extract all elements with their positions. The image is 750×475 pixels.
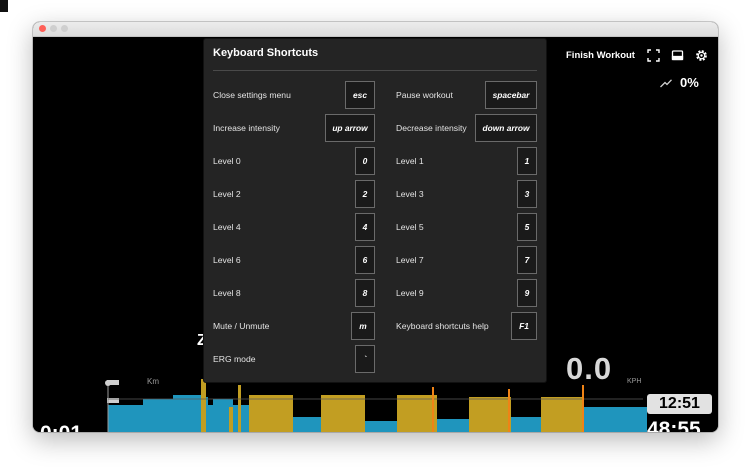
workout-chart [105, 379, 647, 432]
shortcut-row-erg-mode: ERG mode ` [213, 345, 375, 373]
key-8[interactable]: 8 [355, 279, 375, 307]
shortcut-row-level-1: Level 1 1 [396, 147, 537, 175]
key-backtick[interactable]: ` [355, 345, 375, 373]
key-4[interactable]: 4 [355, 213, 375, 241]
shortcut-label: Level 8 [213, 288, 241, 298]
key-esc[interactable]: esc [345, 81, 375, 109]
key-7[interactable]: 7 [517, 246, 537, 274]
key-f1[interactable]: F1 [511, 312, 537, 340]
maximize-window-button[interactable] [61, 25, 68, 32]
minimize-window-button[interactable] [50, 25, 57, 32]
shortcut-label: Close settings menu [213, 90, 291, 100]
workout-screen: Finish Workout 0% Z Km 0.0 KPH 12:51 48:… [33, 37, 718, 432]
divider [213, 70, 537, 71]
interval-bar [541, 397, 583, 432]
shortcut-row-level-4: Level 4 4 [213, 213, 375, 241]
key-2[interactable]: 2 [355, 180, 375, 208]
shortcut-label: Mute / Unmute [213, 321, 270, 331]
key-6[interactable]: 6 [355, 246, 375, 274]
shortcut-label: Level 9 [396, 288, 424, 298]
interval-remaining: 12:51 [647, 394, 712, 414]
key-down-arrow[interactable]: down arrow [475, 114, 537, 142]
shortcut-row-increase-intensity: Increase intensity up arrow [213, 114, 375, 142]
key-spacebar[interactable]: spacebar [485, 81, 537, 109]
shortcut-row-level-7: Level 7 7 [396, 246, 537, 274]
key-1[interactable]: 1 [517, 147, 537, 175]
shortcut-row-level-3: Level 3 3 [396, 180, 537, 208]
shortcut-row-level-0: Level 0 0 [213, 147, 375, 175]
shortcut-label: Level 0 [213, 156, 241, 166]
elapsed-time: 0:01 [40, 422, 82, 432]
shortcut-row-level-9: Level 9 9 [396, 279, 537, 307]
dialog-title: Keyboard Shortcuts [213, 47, 319, 59]
shortcut-row-level-2: Level 2 2 [213, 180, 375, 208]
shortcut-label: Decrease intensity [396, 123, 467, 133]
interval-bar [469, 397, 511, 432]
title-bar [33, 22, 718, 37]
shortcut-label: ERG mode [213, 354, 256, 364]
shortcut-row-mute: Mute / Unmute m [213, 312, 375, 340]
corner-mark [0, 0, 8, 12]
shortcut-row-level-8: Level 8 8 [213, 279, 375, 307]
shortcut-row-close-settings: Close settings menu esc [213, 81, 375, 109]
key-9[interactable]: 9 [517, 279, 537, 307]
close-window-button[interactable] [39, 25, 46, 32]
key-0[interactable]: 0 [355, 147, 375, 175]
interval-bar [321, 395, 365, 432]
shortcut-label: Level 3 [396, 189, 424, 199]
keyboard-shortcuts-dialog: Keyboard Shortcuts Close settings menu e… [204, 39, 546, 382]
shortcut-label: Increase intensity [213, 123, 280, 133]
shortcut-label: Level 2 [213, 189, 241, 199]
shortcut-row-help: Keyboard shortcuts help F1 [396, 312, 537, 340]
total-remaining: 48:55 [647, 418, 701, 432]
shortcut-label: Level 6 [213, 255, 241, 265]
shortcut-row-level-5: Level 5 5 [396, 213, 537, 241]
shortcut-label: Level 5 [396, 222, 424, 232]
key-m[interactable]: m [351, 312, 375, 340]
key-5[interactable]: 5 [517, 213, 537, 241]
gear-icon[interactable] [695, 49, 708, 62]
display-icon[interactable] [671, 49, 684, 62]
shortcut-row-level-6: Level 6 6 [213, 246, 375, 274]
shortcut-label: Pause workout [396, 90, 453, 100]
key-3[interactable]: 3 [517, 180, 537, 208]
shortcut-label: Level 4 [213, 222, 241, 232]
intensity-percent: 0% [680, 75, 699, 90]
shortcut-label: Keyboard shortcuts help [396, 321, 489, 331]
shortcut-label: Level 1 [396, 156, 424, 166]
shortcut-row-pause: Pause workout spacebar [396, 81, 537, 109]
interval-bar [201, 379, 206, 432]
shortcut-row-decrease-intensity: Decrease intensity down arrow [396, 114, 537, 142]
finish-workout-button[interactable]: Finish Workout [566, 50, 635, 61]
interval-bar [238, 385, 241, 432]
trend-icon [660, 79, 672, 88]
fullscreen-icon[interactable] [647, 49, 660, 62]
interval-bar [249, 395, 293, 432]
app-window: Finish Workout 0% Z Km 0.0 KPH 12:51 48:… [33, 22, 718, 432]
shortcut-label: Level 7 [396, 255, 424, 265]
key-up-arrow[interactable]: up arrow [325, 114, 375, 142]
interval-bar [397, 395, 437, 432]
